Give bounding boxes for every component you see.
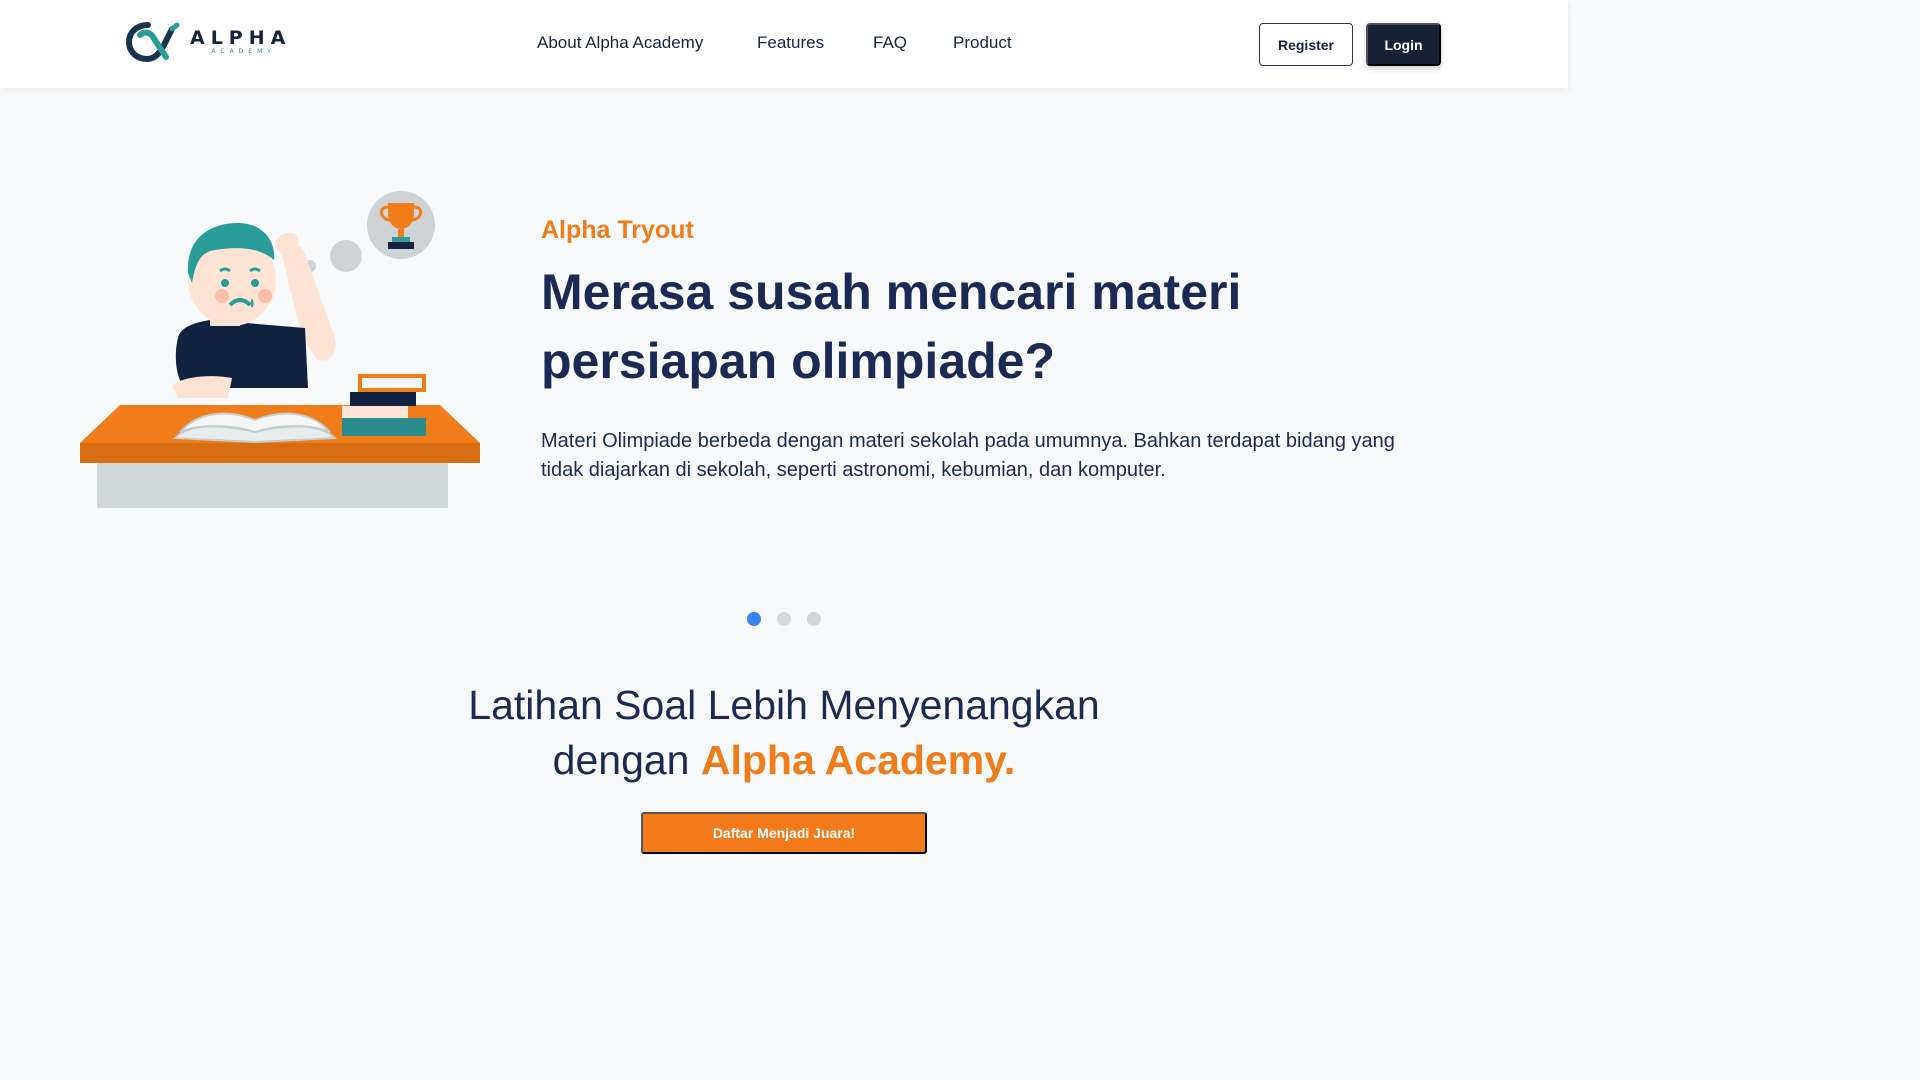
nav-item-about[interactable]: About Alpha Academy [537,33,703,53]
register-cta-button[interactable]: Daftar Menjadi Juara! [641,812,927,854]
nav-item-product[interactable]: Product [953,33,1012,53]
hero-description: Materi Olimpiade berbeda dengan materi s… [541,430,1395,481]
cta-heading-prefix: dengan [552,737,701,783]
carousel-dot-3[interactable] [807,612,821,626]
brand-name: ALPHA [190,27,292,49]
carousel-dot-2[interactable] [777,612,791,626]
register-button[interactable]: Register [1259,23,1353,66]
brand-tagline: ACADEMY [211,48,276,55]
brand-logo[interactable]: ALPHA ACADEMY [126,20,291,64]
hero-title: Merasa susah mencari materi persiapan ol… [541,264,1242,389]
alpha-x-logo-icon [126,22,180,63]
carousel-indicator [747,612,821,626]
site-header: ALPHA ACADEMY About Alpha Academy Featur… [0,0,1568,88]
carousel-dot-1[interactable] [747,612,761,626]
nav-item-faq[interactable]: FAQ [873,33,907,53]
nav-item-features[interactable]: Features [757,33,824,53]
cta-heading-line2: dengan Alpha Academy. [0,735,1568,785]
student-studying-trophy-illustration [80,188,482,515]
logo-text: ALPHA ACADEMY [190,28,291,56]
cta-heading-highlight: Alpha Academy. [700,737,1016,783]
hero-eyebrow: Alpha Tryout [541,216,694,244]
cta-heading-line1: Latihan Soal Lebih Menyenangkan [468,682,1100,728]
login-button[interactable]: Login [1366,23,1441,66]
